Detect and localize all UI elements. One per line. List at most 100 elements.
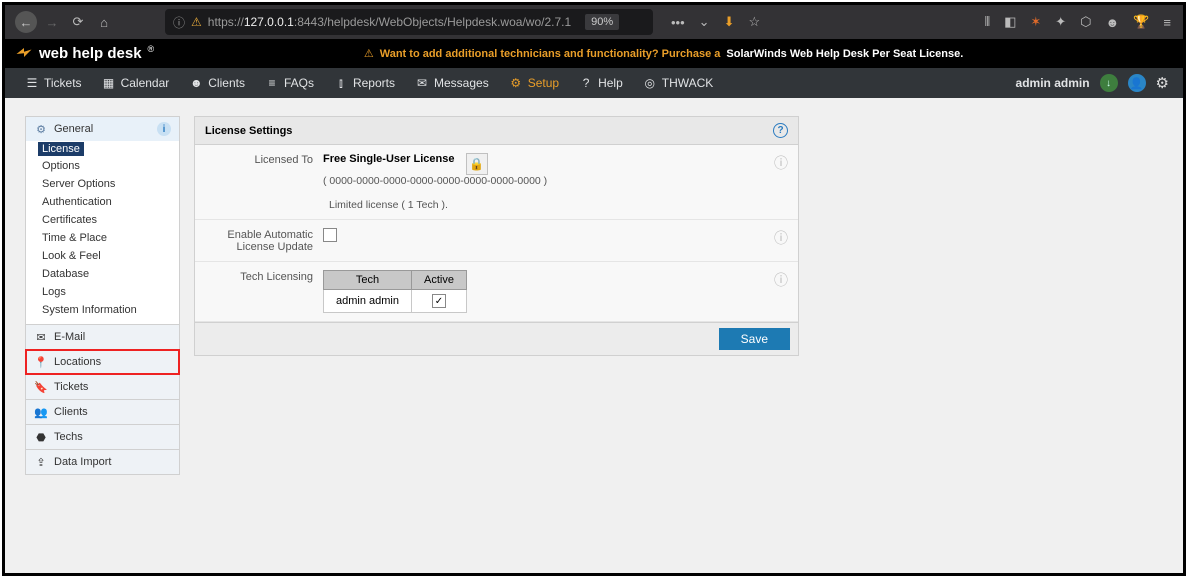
nav-setup[interactable]: ⚙Setup [499, 68, 569, 98]
location-pin-icon: 📍 [34, 355, 48, 369]
logo-icon [15, 45, 33, 63]
th-tech: Tech [324, 271, 412, 290]
panel-title: License Settings [205, 125, 292, 137]
browser-home-button[interactable]: ⌂ [93, 11, 115, 33]
settings-gear-icon[interactable]: ⚙ [1156, 74, 1169, 92]
tech-name-cell: admin admin [324, 290, 412, 313]
downloads-icon[interactable]: ⬇ [724, 14, 735, 30]
extension-icon-1[interactable]: ✶ [1030, 14, 1041, 30]
panel-help-icon[interactable]: ? [773, 123, 788, 138]
sidebar-section-locations[interactable]: 📍Locations [26, 350, 179, 374]
pocket-icon[interactable]: ⌄ [699, 14, 710, 30]
lock-icon: 🔒 [469, 157, 484, 171]
setup-sidebar: ⚙ General i License Options Server Optio… [25, 116, 180, 475]
warning-icon: ⚠ [364, 47, 374, 60]
account-icon[interactable]: ☻ [1106, 15, 1120, 30]
sidebar-section-clients[interactable]: 👥Clients [26, 400, 179, 424]
sidebar-section-techs[interactable]: ⬣Techs [26, 425, 179, 449]
sidebar-section-email[interactable]: ✉E-Mail [26, 325, 179, 349]
sidebar-item-options[interactable]: Options [26, 157, 179, 175]
logo-text: web help desk [39, 45, 142, 62]
nav-faqs[interactable]: ≡FAQs [255, 68, 324, 98]
user-avatar[interactable]: 👤 [1128, 74, 1146, 92]
badge-icon: ⬣ [34, 430, 48, 444]
sidebar-item-authentication[interactable]: Authentication [26, 193, 179, 211]
trophy-icon[interactable]: 🏆 [1133, 14, 1149, 30]
sidebar-icon[interactable]: ◧ [1004, 14, 1016, 30]
sidebar-item-look-feel[interactable]: Look & Feel [26, 247, 179, 265]
table-row: admin admin ✓ [324, 290, 467, 313]
nav-reports[interactable]: ⫾Reports [324, 68, 405, 98]
extension-icon-3[interactable]: ⬡ [1080, 14, 1091, 30]
sidebar-section-general[interactable]: ⚙ General i [26, 117, 179, 141]
thwack-icon: ◎ [643, 76, 657, 90]
license-settings-panel: License Settings ? Licensed To Free Sing… [194, 116, 799, 356]
person-icon: ☻ [189, 76, 203, 90]
tech-active-checkbox[interactable]: ✓ [432, 294, 446, 308]
list-icon: ☰ [25, 76, 39, 90]
envelope-icon: ✉ [34, 330, 48, 344]
nav-help[interactable]: ?Help [569, 68, 633, 98]
current-user: admin admin [1016, 76, 1090, 90]
browser-forward-button[interactable]: → [41, 11, 63, 33]
lock-warning-icon: ⚠ [191, 15, 202, 29]
app-logo[interactable]: web help desk ® [15, 45, 154, 63]
sidebar-item-database[interactable]: Database [26, 265, 179, 283]
browser-back-button[interactable]: ← [15, 11, 37, 33]
info-icon[interactable]: i [157, 122, 171, 136]
gear-icon: ⚙ [509, 76, 523, 90]
status-avatar[interactable]: ↓ [1100, 74, 1118, 92]
sidebar-section-data-import[interactable]: ⇪Data Import [26, 450, 179, 474]
save-button[interactable]: Save [719, 328, 790, 350]
sidebar-item-certificates[interactable]: Certificates [26, 211, 179, 229]
nav-clients[interactable]: ☻Clients [179, 68, 255, 98]
banner: ⚠ Want to add additional technicians and… [364, 47, 963, 60]
hamburger-menu-icon[interactable]: ≡ [1163, 15, 1171, 30]
info-icon[interactable]: ⓘ [774, 153, 788, 173]
license-key: ( 0000-0000-0000-0000-0000-0000-0000-000… [323, 175, 774, 187]
sidebar-item-server-options[interactable]: Server Options [26, 175, 179, 193]
arrow-down-icon: ↓ [1106, 78, 1111, 89]
library-icon[interactable]: ⫴ [985, 14, 990, 30]
auto-update-label: Enable Automatic License Update [205, 228, 323, 253]
url-text: https://127.0.0.1:8443/helpdesk/WebObjec… [208, 15, 571, 29]
sidebar-item-license[interactable]: License [38, 142, 84, 156]
nav-tickets[interactable]: ☰Tickets [15, 68, 92, 98]
person-icon: 👤 [1130, 77, 1144, 90]
nav-thwack[interactable]: ◎THWACK [633, 68, 724, 98]
license-note: Limited license ( 1 Tech ). [323, 199, 774, 211]
help-icon: ? [579, 76, 593, 90]
tech-licensing-label: Tech Licensing [205, 270, 323, 313]
faq-icon: ≡ [265, 76, 279, 90]
auto-update-checkbox[interactable] [323, 228, 337, 242]
gear-icon: ⚙ [34, 122, 48, 136]
extension-icon-2[interactable]: ✦ [1055, 14, 1066, 30]
tag-icon: 🔖 [34, 380, 48, 394]
tech-licensing-table: Tech Active admin admin ✓ [323, 270, 467, 313]
sidebar-item-system-info[interactable]: System Information [26, 301, 179, 324]
calendar-icon: ▦ [102, 76, 116, 90]
license-name: Free Single-User License [323, 153, 454, 165]
sidebar-section-tickets[interactable]: 🔖Tickets [26, 375, 179, 399]
sidebar-item-time-place[interactable]: Time & Place [26, 229, 179, 247]
nav-messages[interactable]: ✉Messages [405, 68, 499, 98]
zoom-badge[interactable]: 90% [585, 14, 619, 30]
envelope-icon: ✉ [415, 76, 429, 90]
banner-link[interactable]: SolarWinds Web Help Desk Per Seat Licens… [726, 48, 963, 60]
people-icon: 👥 [34, 405, 48, 419]
page-actions-icon[interactable]: ••• [671, 15, 685, 30]
unlock-license-button[interactable]: 🔒 [466, 153, 488, 175]
th-active: Active [411, 271, 466, 290]
sidebar-item-logs[interactable]: Logs [26, 283, 179, 301]
browser-reload-button[interactable]: ⟳ [67, 11, 89, 33]
url-bar[interactable]: ⓘ ⚠ https://127.0.0.1:8443/helpdesk/WebO… [165, 9, 653, 35]
site-info-icon[interactable]: ⓘ [173, 14, 185, 31]
bookmark-star-icon[interactable]: ☆ [748, 14, 760, 30]
info-icon[interactable]: ⓘ [774, 270, 788, 290]
chart-icon: ⫾ [334, 76, 348, 90]
licensed-to-label: Licensed To [205, 153, 323, 211]
import-icon: ⇪ [34, 455, 48, 469]
info-icon[interactable]: ⓘ [774, 228, 788, 248]
banner-lead: Want to add additional technicians and f… [380, 48, 721, 60]
nav-calendar[interactable]: ▦Calendar [92, 68, 180, 98]
